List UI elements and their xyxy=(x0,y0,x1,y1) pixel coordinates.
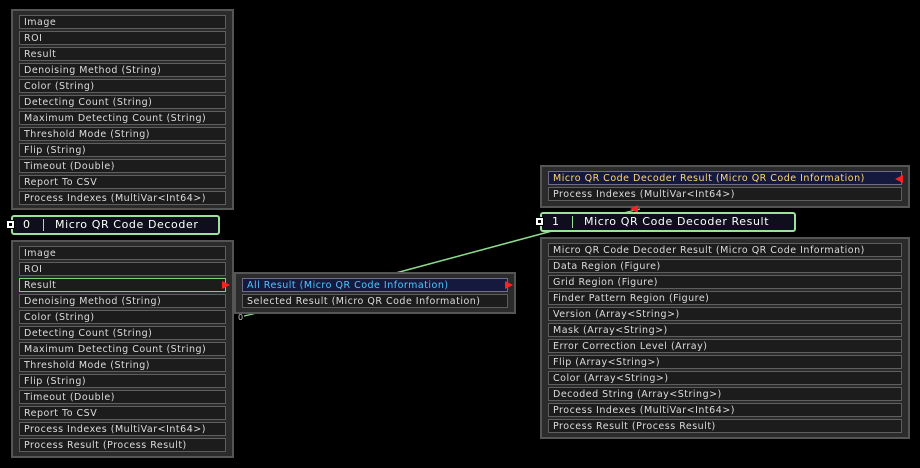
result-output-panel: Micro QR Code Decoder Result (Micro QR C… xyxy=(540,237,910,439)
list-item[interactable]: Threshold Mode (String) xyxy=(19,358,226,372)
list-item[interactable]: Process Indexes (MultiVar<Int64>) xyxy=(548,403,902,417)
list-item[interactable]: Flip (String) xyxy=(19,374,226,388)
list-item[interactable]: Denoising Method (String) xyxy=(19,63,226,77)
list-item[interactable]: Process Indexes (MultiVar<Int64>) xyxy=(548,187,902,201)
list-item[interactable]: Image xyxy=(19,246,226,260)
list-item[interactable]: Data Region (Figure) xyxy=(548,259,902,273)
decoder-output-list: Image ROI Result Denoising Method (String) C… xyxy=(19,246,226,454)
list-item[interactable]: Process Indexes (MultiVar<Int64>) xyxy=(19,422,226,436)
link-selector-to-result-node xyxy=(391,230,553,275)
list-item[interactable]: Decoded String (Array<String>) xyxy=(548,387,902,401)
node-divider xyxy=(572,216,573,228)
port-icon[interactable] xyxy=(535,217,544,226)
list-item[interactable]: Version (Array<String>) xyxy=(548,307,902,321)
zero-label: 0 xyxy=(238,313,244,322)
list-item[interactable]: Flip (String) xyxy=(19,143,226,157)
result-input-list: Micro QR Code Decoder Result (Micro QR C… xyxy=(548,171,902,203)
node-divider xyxy=(43,219,44,231)
decoder-input-panel: Image ROI Result Denoising Method (String) C… xyxy=(11,9,234,210)
list-item[interactable]: Maximum Detecting Count (String) xyxy=(19,111,226,125)
list-item[interactable]: Timeout (Double) xyxy=(19,159,226,173)
port-icon[interactable] xyxy=(6,220,15,229)
list-item[interactable]: Color (String) xyxy=(19,79,226,93)
list-item[interactable]: Report To CSV xyxy=(19,175,226,189)
list-item[interactable]: Detecting Count (String) xyxy=(19,326,226,340)
list-item[interactable]: Flip (Array<String>) xyxy=(548,355,902,369)
list-item[interactable]: Process Result (Process Result) xyxy=(19,438,226,452)
list-item[interactable]: Result xyxy=(19,47,226,61)
list-item[interactable]: Process Indexes (MultiVar<Int64>) xyxy=(19,191,226,205)
result-output-list: Micro QR Code Decoder Result (Micro QR C… xyxy=(548,243,902,435)
node-title: Micro QR Code Decoder xyxy=(55,218,199,231)
list-item[interactable]: Denoising Method (String) xyxy=(19,294,226,308)
decoder-input-list: Image ROI Result Denoising Method (String) C… xyxy=(19,15,226,207)
node-title: Micro QR Code Decoder Result xyxy=(584,215,770,228)
node-index: 1 xyxy=(552,215,560,228)
list-item[interactable]: Report To CSV xyxy=(19,406,226,420)
list-item[interactable]: Process Result (Process Result) xyxy=(548,419,902,433)
arrow-right-icon xyxy=(505,281,513,289)
list-item[interactable]: Threshold Mode (String) xyxy=(19,127,226,141)
list-item[interactable]: All Result (Micro QR Code Information) xyxy=(242,278,508,292)
list-item[interactable]: Micro QR Code Decoder Result (Micro QR C… xyxy=(548,243,902,257)
list-item[interactable]: Color (Array<String>) xyxy=(548,371,902,385)
list-item[interactable]: ROI xyxy=(19,31,226,45)
arrow-right-icon xyxy=(222,281,230,289)
list-item[interactable]: Color (String) xyxy=(19,310,226,324)
list-item[interactable]: Mask (Array<String>) xyxy=(548,323,902,337)
node-micro-qr-code-decoder-result[interactable]: 1 Micro QR Code Decoder Result xyxy=(535,212,796,232)
arrow-left-icon xyxy=(895,175,903,183)
list-item[interactable]: Grid Region (Figure) xyxy=(548,275,902,289)
node-micro-qr-code-decoder[interactable]: 0 Micro QR Code Decoder xyxy=(6,215,220,235)
list-item[interactable]: Error Correction Level (Array) xyxy=(548,339,902,353)
list-item[interactable]: Result xyxy=(19,278,226,292)
list-item[interactable]: Micro QR Code Decoder Result (Micro QR C… xyxy=(548,171,902,185)
node-index: 0 xyxy=(23,218,31,231)
result-input-panel: Micro QR Code Decoder Result (Micro QR C… xyxy=(540,165,910,208)
result-selector-list: All Result (Micro QR Code Information) Se… xyxy=(242,278,508,310)
list-item[interactable]: Timeout (Double) xyxy=(19,390,226,404)
list-item[interactable]: Detecting Count (String) xyxy=(19,95,226,109)
result-selector-panel: All Result (Micro QR Code Information) Se… xyxy=(234,272,516,314)
list-item[interactable]: Selected Result (Micro QR Code Informati… xyxy=(242,294,508,308)
list-item[interactable]: ROI xyxy=(19,262,226,276)
list-item[interactable]: Finder Pattern Region (Figure) xyxy=(548,291,902,305)
list-item[interactable]: Maximum Detecting Count (String) xyxy=(19,342,226,356)
list-item[interactable]: Image xyxy=(19,15,226,29)
decoder-output-panel: Image ROI Result Denoising Method (String) C… xyxy=(11,240,234,458)
